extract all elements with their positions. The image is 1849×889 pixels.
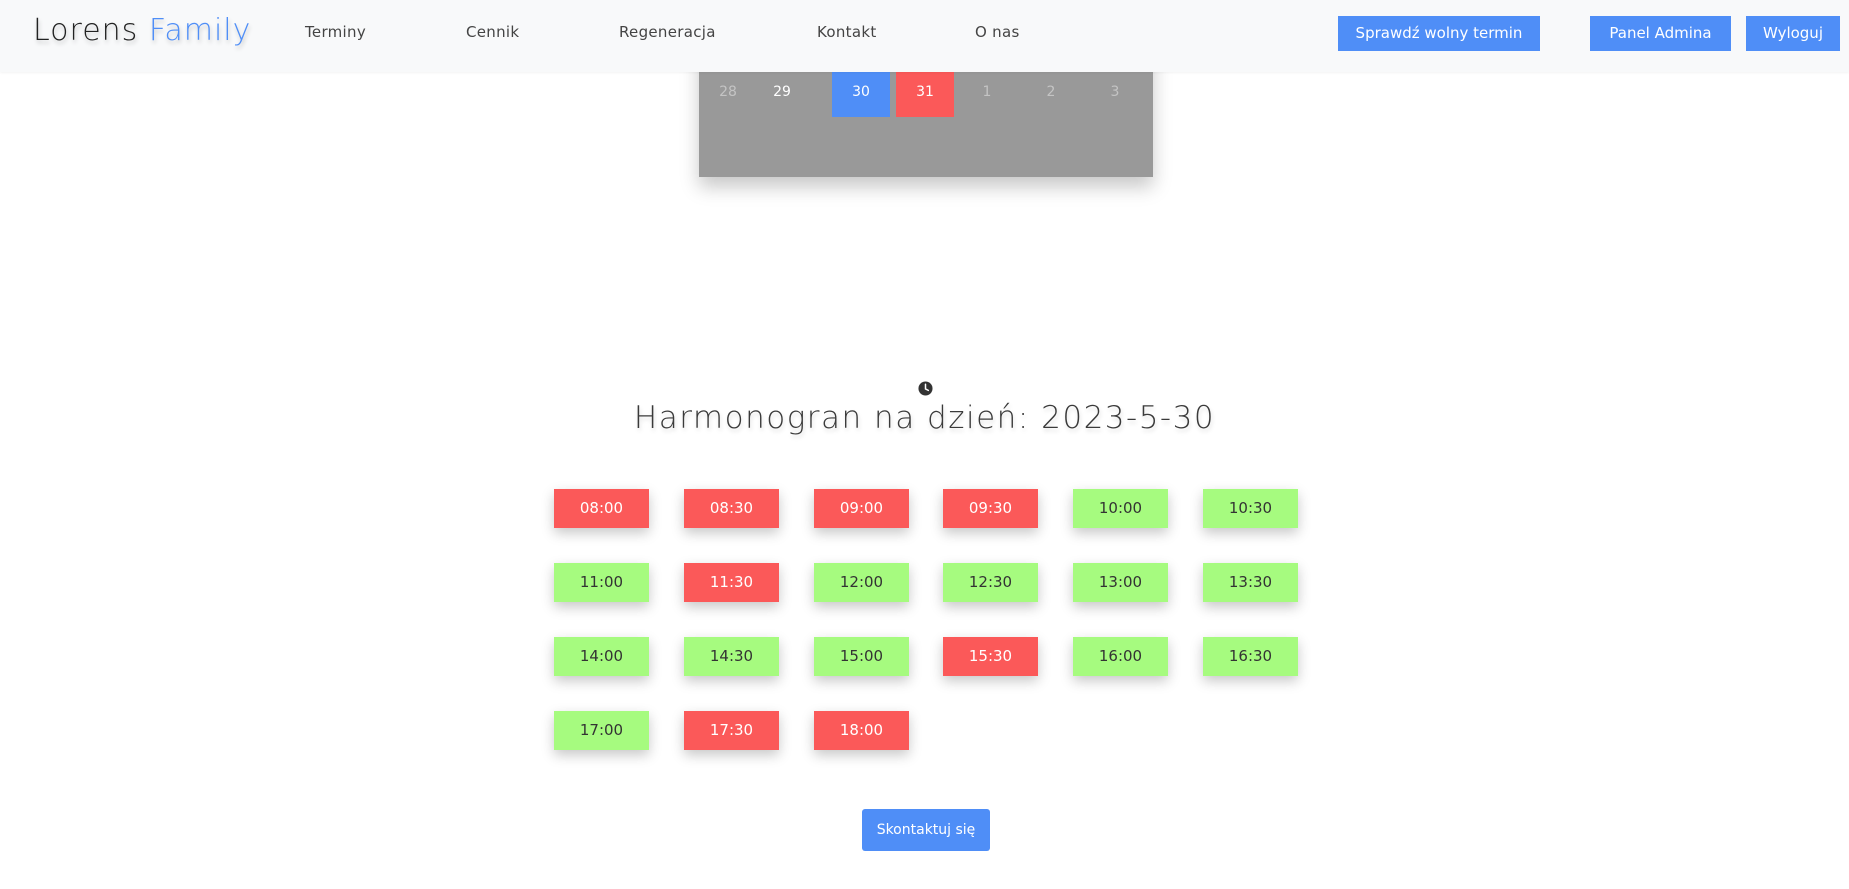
calendar-day[interactable]: 29 [753,68,811,117]
time-slot[interactable]: 15:30 [943,637,1038,676]
time-slots-grid: 08:00 08:30 09:00 09:30 10:00 10:30 11:0… [554,489,1299,750]
time-slot[interactable]: 09:00 [814,489,909,528]
time-slot[interactable]: 16:00 [1073,637,1168,676]
clock-icon [918,381,933,396]
time-slot[interactable]: 11:30 [684,563,779,602]
nav-link-terminy[interactable]: Terminy [305,23,366,41]
time-slot[interactable]: 12:00 [814,563,909,602]
nav-link-cennik[interactable]: Cennik [466,23,519,41]
calendar-day[interactable]: 3 [1086,68,1144,117]
calendar-day[interactable]: 28 [699,68,757,117]
time-slot[interactable]: 09:30 [943,489,1038,528]
nav-link-regeneracja[interactable]: Regeneracja [619,23,716,41]
calendar-day[interactable]: 2 [1022,68,1080,117]
logout-button[interactable]: Wyloguj [1746,16,1840,51]
top-navbar: Lorens Family Terminy Cennik Regeneracja… [0,0,1849,72]
check-availability-button[interactable]: Sprawdź wolny termin [1338,16,1540,51]
page: 28 29 30 31 1 2 3 Lorens Family Terminy … [0,0,1849,889]
admin-panel-button[interactable]: Panel Admina [1590,16,1731,51]
calendar-day[interactable]: 1 [958,68,1016,117]
calendar-day[interactable]: 31 [896,68,954,117]
time-slot[interactable]: 10:00 [1073,489,1168,528]
time-slot[interactable]: 18:00 [814,711,909,750]
time-slot[interactable]: 17:30 [684,711,779,750]
time-slot[interactable]: 13:00 [1073,563,1168,602]
logo-text: Lorens [33,13,149,48]
time-slot[interactable]: 11:00 [554,563,649,602]
time-slot[interactable]: 17:00 [554,711,649,750]
contact-button[interactable]: Skontaktuj się [862,809,990,851]
time-slot[interactable]: 14:00 [554,637,649,676]
time-slot[interactable]: 16:30 [1203,637,1298,676]
calendar-week-row: 28 29 30 31 1 2 3 [699,68,1153,117]
schedule-title: Harmonogran na dzień: 2023-5-30 [633,400,1216,436]
time-slot[interactable]: 12:30 [943,563,1038,602]
time-slot[interactable]: 10:30 [1203,489,1298,528]
time-slot[interactable]: 14:30 [684,637,779,676]
logo-accent-text: Family [148,13,252,48]
nav-link-kontakt[interactable]: Kontakt [817,23,877,41]
calendar-day[interactable]: 30 [832,68,890,117]
brand-logo[interactable]: Lorens Family [33,13,251,48]
time-slot[interactable]: 13:30 [1203,563,1298,602]
time-slot[interactable]: 15:00 [814,637,909,676]
time-slot[interactable]: 08:00 [554,489,649,528]
time-slot[interactable]: 08:30 [684,489,779,528]
nav-link-o-nas[interactable]: O nas [975,23,1020,41]
